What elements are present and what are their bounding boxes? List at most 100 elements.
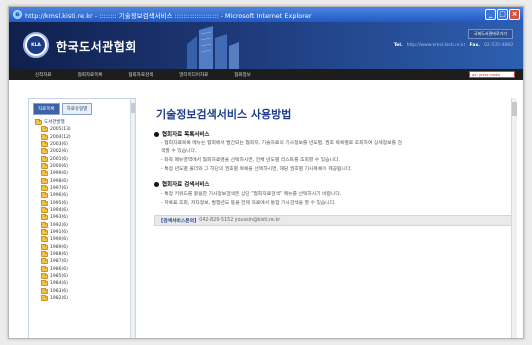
tree-item[interactable]: 2001(6)	[35, 155, 135, 162]
contact-box: [검색서비스문의] 042-829-5152 youssin@kisti.re.…	[154, 215, 514, 226]
section-line: - 특정 키워드를 활용한 기사정보검색은 상단 "협회자료검색" 메뉴를 선택…	[161, 192, 342, 197]
tree-item[interactable]: 1985(6)	[35, 273, 135, 280]
sidebar: 자료목록 자료유형별 도서관발행 2005(13) 2004(12) 2003(…	[28, 98, 136, 338]
tree-item[interactable]: 1999(6)	[35, 170, 135, 177]
folder-icon	[41, 170, 48, 177]
contact-label: [검색서비스문의]	[161, 219, 197, 224]
tree-item[interactable]: 1987(6)	[35, 258, 135, 265]
nav-search-box[interactable]: go! press media	[469, 71, 515, 78]
tree-item[interactable]: 1983(6)	[35, 287, 135, 295]
tree-item[interactable]: 2004(12)	[35, 133, 135, 140]
folder-icon	[41, 236, 48, 243]
folder-icon	[41, 287, 48, 294]
tree-item-label: 1986(6)	[50, 266, 68, 272]
main-scrollbar[interactable]	[511, 98, 517, 338]
folder-icon	[41, 273, 48, 280]
tree-item-label: 1998(6)	[50, 178, 68, 184]
tree-item[interactable]: 1991(6)	[35, 228, 135, 236]
tree-item-label: 2005(13)	[50, 127, 71, 133]
folder-icon	[41, 258, 48, 265]
section-line: - 협회자료목록 메뉴는 협회에서 발간되는 협회지, 기술자료의 기사정보를 …	[161, 141, 402, 146]
fax-label: Fax.	[469, 43, 480, 48]
shortcut-link[interactable]: 국회도서관바로가기	[467, 29, 513, 39]
tree-item-label: 2003(6)	[50, 141, 68, 147]
tree-item[interactable]: 1993(6)	[35, 214, 135, 221]
nav-item-multimedia[interactable]: 멀티미디어자료	[166, 72, 221, 78]
tel-label: Tel.	[393, 43, 403, 48]
tree-item-label: 2004(12)	[50, 134, 71, 140]
site-name: 한국도서관협회	[56, 40, 137, 54]
tab-catalog[interactable]: 자료목록	[33, 103, 60, 115]
sidebar-scrollbar[interactable]	[130, 99, 135, 338]
tree-item[interactable]: 1990(6)	[35, 236, 135, 243]
nav-item-catalog[interactable]: 협회자료목록	[65, 72, 116, 78]
sidebar-scroll-thumb[interactable]	[131, 103, 135, 113]
tree-item[interactable]: 1986(6)	[35, 265, 135, 273]
close-button[interactable]: ×	[509, 9, 520, 20]
tree-item[interactable]: 2003(6)	[35, 140, 135, 148]
tree-item-label: 1994(6)	[50, 207, 68, 213]
tree-item[interactable]: 2002(6)	[35, 148, 135, 155]
tree-item-label: 1997(6)	[50, 185, 68, 191]
minimize-button[interactable]: _	[485, 9, 496, 20]
tree-root[interactable]: 도서관발행	[35, 118, 135, 125]
tree-item[interactable]: 1998(6)	[35, 177, 135, 184]
tree-item-label: 1992(6)	[50, 222, 68, 228]
site-header: KLA 한국도서관협회 국회도서관바로가기 Tel. http://www.km…	[9, 22, 523, 69]
nav-search-text: go! press media	[472, 72, 501, 77]
maximize-button[interactable]: □	[497, 9, 508, 20]
tree-item-label: 1993(6)	[50, 215, 68, 221]
tree-item[interactable]: 1992(6)	[35, 221, 135, 228]
title-bar: e http://kmsl.kisti.re.kr - :::::::: 기술정…	[9, 7, 523, 22]
folder-icon	[41, 192, 48, 199]
section-heading-text: 협회자료 검색서비스	[162, 182, 210, 188]
section-heading-catalog: 협회자료 목록서비스	[154, 130, 209, 138]
folder-icon	[41, 228, 48, 235]
tree-item-label: 2000(6)	[50, 163, 68, 169]
page-title: 기술정보검색서비스 사용방법	[156, 108, 292, 121]
section-line: - 저록표 조회, 저자정보, 발행년도 등을 전제 자료에서 통합 기사검색을…	[161, 201, 336, 206]
tree-item[interactable]: 1994(6)	[35, 206, 135, 214]
tree-item[interactable]: 1989(6)	[35, 243, 135, 251]
tree-item[interactable]: 2005(13)	[35, 126, 135, 133]
tel-value: http://www.kmsl.kisti.re.kr	[406, 43, 466, 48]
buildings-illustration	[187, 26, 239, 69]
contact-text[interactable]: 042-829-5152 youssin@kisti.re.kr	[199, 218, 280, 223]
tree-item[interactable]: 1982(6)	[35, 295, 135, 302]
site-logo[interactable]: KLA	[23, 32, 49, 58]
ie-icon: e	[13, 10, 22, 19]
tree-item-label: 1996(6)	[50, 193, 68, 199]
nav-item-info[interactable]: 협회정보	[221, 72, 264, 78]
folder-icon	[41, 206, 48, 213]
folder-icon	[41, 295, 48, 302]
main-scroll-thumb[interactable]	[512, 102, 517, 116]
bullet-icon	[154, 181, 159, 187]
folder-icon	[41, 184, 48, 191]
tree-item[interactable]: 1996(6)	[35, 192, 135, 199]
tree-item-label: 2001(6)	[50, 156, 68, 162]
folder-icon	[41, 214, 48, 221]
tree-item-label: 1987(6)	[50, 259, 68, 265]
tree-item-label: 1982(6)	[50, 296, 68, 302]
tree-item[interactable]: 2000(6)	[35, 162, 135, 170]
nav-item-new-arrivals[interactable]: 신착자료	[9, 72, 65, 78]
tree-item[interactable]: 1997(6)	[35, 184, 135, 192]
fax-value: 02-535-4860	[483, 43, 513, 48]
folder-icon	[41, 221, 48, 228]
folder-icon	[41, 177, 48, 184]
folder-icon	[41, 126, 48, 133]
folder-icon	[41, 133, 48, 140]
tab-by-type[interactable]: 자료유형별	[61, 103, 93, 115]
folder-icon	[41, 162, 48, 169]
tree-item[interactable]: 1995(6)	[35, 199, 135, 206]
nav-item-search[interactable]: 협회자료검색	[115, 72, 166, 78]
tree-item[interactable]: 1988(6)	[35, 251, 135, 258]
section-line: - 좌측 메뉴영역에서 협회자료명을 선택하시면, 전체 년도별 리스트를 조회…	[161, 158, 340, 163]
browser-window: e http://kmsl.kisti.re.kr - :::::::: 기술정…	[8, 6, 524, 339]
logo-mark: KLA	[27, 36, 45, 54]
folder-icon	[41, 243, 48, 250]
section-heading-search: 협회자료 검색서비스	[154, 180, 209, 188]
tree-item-label: 1985(6)	[50, 274, 68, 280]
header-contact: Tel. http://www.kmsl.kisti.re.kr Fax. 02…	[394, 43, 513, 48]
tree-item[interactable]: 1984(6)	[35, 280, 135, 287]
